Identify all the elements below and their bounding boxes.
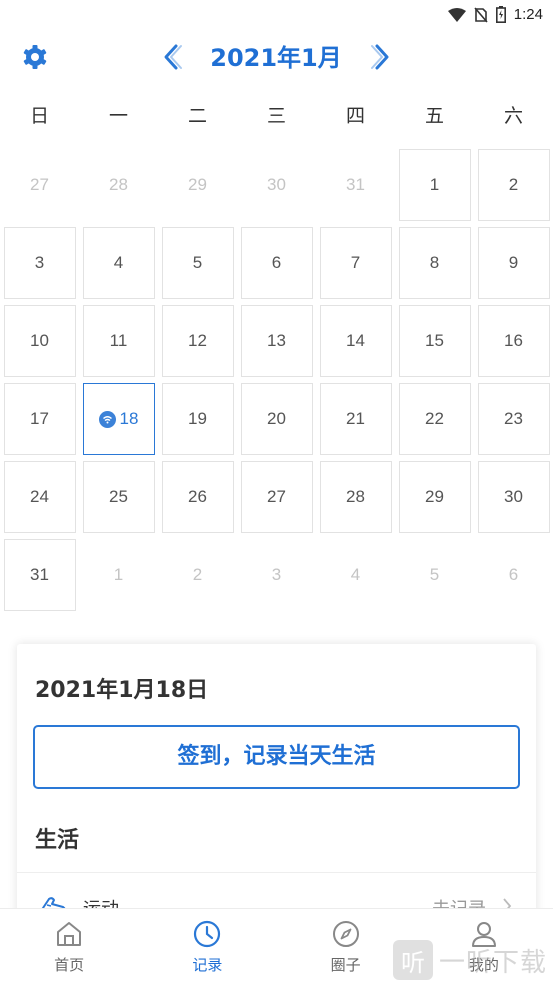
calendar-day[interactable]: 1 — [398, 149, 471, 221]
watermark-logo: 听 — [393, 940, 433, 980]
calendar-day[interactable]: 7 — [319, 227, 392, 299]
status-bar: 1:24 — [0, 0, 553, 32]
weekday-label: 六 — [503, 105, 523, 127]
calendar-day[interactable]: 20 — [240, 383, 313, 455]
calendar-day[interactable]: 23 — [477, 383, 550, 455]
calendar-day[interactable]: 24 — [3, 461, 76, 533]
calendar-day[interactable]: 13 — [240, 305, 313, 377]
calendar-day-other-month: 6 — [508, 565, 519, 584]
calendar-day[interactable]: 30 — [477, 461, 550, 533]
calendar-day[interactable]: 31 — [3, 539, 76, 611]
selected-date-title: 2021年1月18日 — [35, 678, 209, 703]
settings-button[interactable] — [20, 42, 50, 72]
calendar-day-other-month: 29 — [188, 175, 207, 194]
divider — [17, 872, 536, 873]
calendar-day[interactable]: 11 — [82, 305, 155, 377]
calendar-day-other-month: 31 — [346, 175, 365, 194]
chevron-right-icon — [371, 44, 389, 70]
chevron-left-icon — [164, 44, 182, 70]
calendar-day-other-month: 3 — [271, 565, 282, 584]
watermark-text: 一听下载 — [439, 947, 548, 978]
prev-month-button[interactable] — [160, 42, 184, 72]
gear-icon — [23, 45, 47, 69]
calendar-day[interactable]: 25 — [82, 461, 155, 533]
no-sim-icon — [474, 6, 488, 23]
calendar-day[interactable]: 28 — [319, 461, 392, 533]
calendar-day[interactable]: 15 — [398, 305, 471, 377]
calendar-day[interactable]: 9 — [477, 227, 550, 299]
weekday-header: 日 一 二 三 四 五 六 — [0, 98, 553, 134]
calendar-day[interactable]: 19 — [161, 383, 234, 455]
weekday-label: 一 — [108, 105, 128, 127]
calendar-day[interactable]: 14 — [319, 305, 392, 377]
home-icon — [57, 922, 82, 946]
calendar-day[interactable]: 8 — [398, 227, 471, 299]
calendar-week: 17 18 19 20 21 22 23 — [0, 382, 553, 460]
calendar-day-label: 18 — [119, 409, 139, 428]
calendar-day[interactable]: 27 — [240, 461, 313, 533]
calendar-day-other-month: 27 — [30, 175, 49, 194]
calendar-day[interactable]: 5 — [161, 227, 234, 299]
calendar-day[interactable]: 17 — [3, 383, 76, 455]
calendar-week: 24 25 26 27 28 29 30 — [0, 460, 553, 538]
calendar-day[interactable]: 4 — [82, 227, 155, 299]
calendar-grid: 27 28 29 30 31 1 2 3 4 5 6 7 8 9 10 11 1… — [0, 148, 553, 616]
weekday-label: 三 — [266, 105, 286, 127]
day-detail-card: 2021年1月18日 签到，记录当天生活 生活 运动 未记录 — [17, 644, 536, 944]
calendar-day[interactable]: 6 — [240, 227, 313, 299]
calendar-week: 31 1 2 3 4 5 6 — [0, 538, 553, 616]
weekday-label: 四 — [345, 105, 365, 127]
calendar-day[interactable]: 26 — [161, 461, 234, 533]
weekday-label: 日 — [29, 105, 49, 127]
calendar-day[interactable]: 10 — [3, 305, 76, 377]
nav-item-home[interactable]: 首页 — [0, 909, 138, 984]
calendar-day-other-month: 5 — [429, 565, 440, 584]
calendar-day[interactable]: 2 — [477, 149, 550, 221]
calendar-day-other-month: 28 — [109, 175, 128, 194]
calendar-day-other-month: 4 — [350, 565, 361, 584]
nav-label: 记录 — [192, 956, 223, 974]
calendar-week: 3 4 5 6 7 8 9 — [0, 226, 553, 304]
month-title: 2021年1月 — [210, 44, 342, 72]
next-month-button[interactable] — [369, 42, 393, 72]
status-time: 1:24 — [513, 6, 543, 23]
weekday-label: 五 — [424, 105, 444, 127]
calendar-day-other-month: 1 — [113, 565, 124, 584]
clock-icon — [194, 920, 221, 948]
section-title: 生活 — [35, 828, 80, 853]
wifi-icon — [447, 7, 466, 22]
calendar-day-other-month: 30 — [267, 175, 286, 194]
calendar-day[interactable]: 16 — [477, 305, 550, 377]
nav-item-record[interactable]: 记录 — [138, 909, 276, 984]
nav-label: 首页 — [54, 956, 85, 974]
watermark: 听 一听下载 — [393, 940, 547, 980]
checkin-mark-icon — [98, 410, 116, 428]
calendar-week: 10 11 12 13 14 15 16 — [0, 304, 553, 382]
calendar-header: 2021年1月 — [0, 36, 553, 80]
calendar-week: 27 28 29 30 31 1 2 — [0, 148, 553, 226]
calendar-day[interactable]: 3 — [3, 227, 76, 299]
checkin-button[interactable]: 签到，记录当天生活 — [33, 725, 520, 789]
weekday-label: 二 — [187, 105, 207, 127]
battery-icon — [495, 6, 506, 23]
calendar-day[interactable]: 22 — [398, 383, 471, 455]
calendar-day-selected[interactable]: 18 — [82, 383, 155, 455]
calendar-day[interactable]: 21 — [319, 383, 392, 455]
compass-icon — [332, 921, 359, 947]
calendar-day[interactable]: 12 — [161, 305, 234, 377]
calendar-day[interactable]: 29 — [398, 461, 471, 533]
status-icons: 1:24 — [447, 6, 543, 23]
calendar-day-other-month: 2 — [192, 565, 203, 584]
